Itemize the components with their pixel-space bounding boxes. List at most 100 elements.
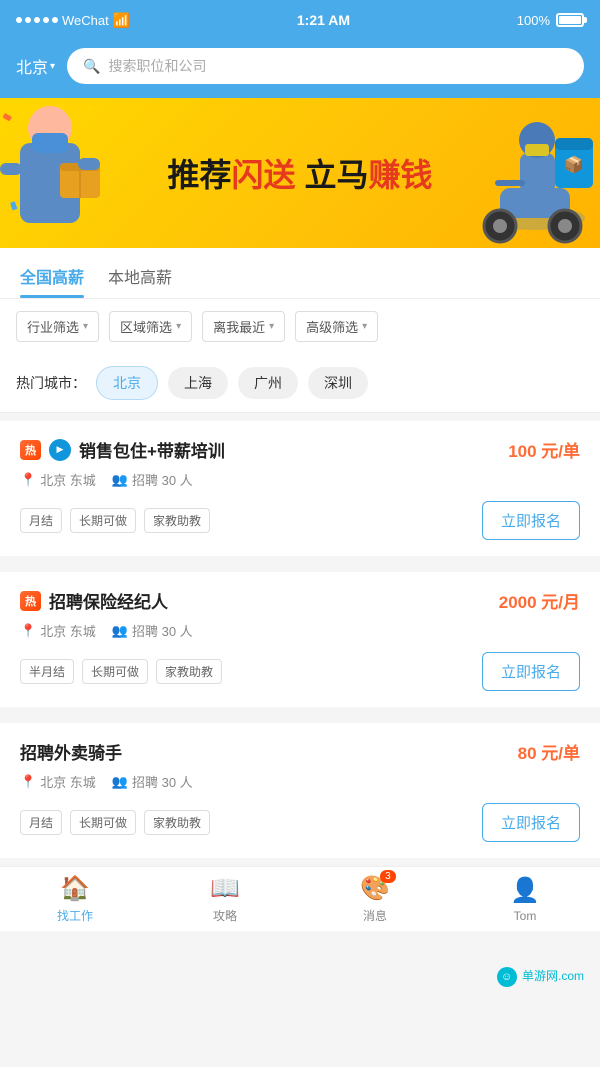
nav-profile-icon-wrap: 👤 [510,876,540,905]
nav-messages-icon-wrap: 🎨 3 [360,874,390,903]
filter-industry-arrow-icon: ▾ [83,321,88,332]
job-card-2[interactable]: 热 招聘保险经纪人 2000 元/月 📍 北京 东城 👥 招聘 30 人 半月结… [0,572,600,707]
location-button[interactable]: 北京 ▾ [16,54,55,78]
job-tag-2-2: 家教助教 [156,659,222,684]
filter-nearby-arrow-icon: ▾ [269,321,274,332]
svg-text:📦: 📦 [564,155,584,174]
location-icon-3: 📍 [20,774,36,790]
job-tag-3-1: 长期可做 [70,810,136,835]
jobs-list: 热 ▶ 销售包住+带薪培训 100 元/单 📍 北京 东城 👥 招聘 30 人 … [0,421,600,858]
location-icon-1: 📍 [20,472,36,488]
tabs-section: 全国高薪 本地高薪 [0,248,600,299]
job-meta-1: 📍 北京 东城 👥 招聘 30 人 [20,470,580,489]
job-title-row-1: 热 ▶ 销售包住+带薪培训 [20,437,508,462]
banner-text-normal2: 立马 [296,157,369,193]
filter-advanced-button[interactable]: 高级筛选 ▾ [295,311,378,342]
job-title-3: 招聘外卖骑手 [20,739,122,764]
video-badge-1: ▶ [49,439,71,461]
banner-figure-left [0,98,120,248]
banner[interactable]: 推荐闪送 立马赚钱 📦 [0,98,600,248]
nav-profile[interactable]: 👤 Tom [450,867,600,931]
location-icon-2: 📍 [20,623,36,639]
city-guangzhou[interactable]: 广州 [238,367,298,399]
status-bar: WeChat 📶 1:21 AM 100% [0,0,600,40]
nav-find-job-icon-wrap: 🏠 [60,874,90,903]
watermark-text: 单游网.com [522,969,584,983]
job-recruit-text-3: 招聘 30 人 [132,772,193,791]
job-title-2: 招聘保险经纪人 [49,588,168,613]
banner-text: 推荐闪送 立马赚钱 [168,150,433,196]
search-box[interactable]: 🔍 搜索职位和公司 [67,48,584,84]
search-placeholder: 搜索职位和公司 [108,56,206,76]
filter-area-label: 区域筛选 [120,317,172,336]
banner-text-normal: 推荐 [168,157,232,193]
nav-messages-label: 消息 [363,907,387,924]
city-shenzhen[interactable]: 深圳 [308,367,368,399]
apply-button-1[interactable]: 立即报名 [482,501,580,540]
filter-industry-label: 行业筛选 [27,317,79,336]
job-recruit-text-1: 招聘 30 人 [132,470,193,489]
status-left: WeChat 📶 [16,12,130,29]
job-location-1: 📍 北京 东城 [20,470,96,489]
nav-strategy-icon-wrap: 📖 [210,874,240,903]
job-salary-2: 2000 元/月 [499,588,580,613]
tab-national-highsalary[interactable]: 全国高薪 [20,264,84,298]
job-tag-3-2: 家教助教 [144,810,210,835]
carrier-label: WeChat [62,13,109,28]
job-salary-3: 80 元/单 [518,739,580,764]
job-location-3: 📍 北京 东城 [20,772,96,791]
job-recruit-2: 👥 招聘 30 人 [112,621,193,640]
city-shanghai[interactable]: 上海 [168,367,228,399]
book-icon: 📖 [210,875,240,902]
nav-strategy-label: 攻略 [213,907,237,924]
filters-section: 行业筛选 ▾ 区域筛选 ▾ 离我最近 ▾ 高级筛选 ▾ [0,299,600,354]
tab-local-label: 本地高薪 [108,270,172,287]
profile-icon: 👤 [510,877,540,904]
job-tag-2-0: 半月结 [20,659,74,684]
job-tag-2-1: 长期可做 [82,659,148,684]
job-card-3[interactable]: 招聘外卖骑手 80 元/单 📍 北京 东城 👥 招聘 30 人 月结 长期可做 … [0,723,600,858]
search-icon: 🔍 [83,58,100,75]
job-card-1[interactable]: 热 ▶ 销售包住+带薪培训 100 元/单 📍 北京 东城 👥 招聘 30 人 … [0,421,600,556]
job-tag-1-0: 月结 [20,508,62,533]
filter-area-arrow-icon: ▾ [176,321,181,332]
banner-figure-right: 📦 [470,108,600,248]
hot-badge-1: 热 [20,440,41,460]
job-tags-2: 半月结 长期可做 家教助教 [20,659,222,684]
job-tag-3-0: 月结 [20,810,62,835]
bottom-nav: 🏠 找工作 📖 攻略 🎨 3 消息 👤 Tom [0,866,600,931]
job-recruit-text-2: 招聘 30 人 [132,621,193,640]
job-meta-2: 📍 北京 东城 👥 招聘 30 人 [20,621,580,640]
job-title-row-2: 热 招聘保险经纪人 [20,588,499,613]
apply-button-3[interactable]: 立即报名 [482,803,580,842]
nav-find-job-label: 找工作 [57,907,93,924]
job-tags-row-3: 月结 长期可做 家教助教 立即报名 [20,803,580,842]
apply-button-2[interactable]: 立即报名 [482,652,580,691]
city-beijing[interactable]: 北京 [96,366,158,400]
job-location-text-2: 北京 东城 [40,621,96,640]
job-tags-1: 月结 长期可做 家教助教 [20,508,210,533]
filter-industry-button[interactable]: 行业筛选 ▾ [16,311,99,342]
battery-percent: 100% [517,13,550,28]
hot-cities-label: 热门城市： [16,373,86,393]
tab-local-highsalary[interactable]: 本地高薪 [108,264,172,298]
location-arrow-icon: ▾ [50,61,55,72]
filter-nearby-button[interactable]: 离我最近 ▾ [202,311,285,342]
nav-find-job[interactable]: 🏠 找工作 [0,867,150,931]
location-label: 北京 [16,54,48,78]
filter-area-button[interactable]: 区域筛选 ▾ [109,311,192,342]
job-meta-3: 📍 北京 东城 👥 招聘 30 人 [20,772,580,791]
nav-messages[interactable]: 🎨 3 消息 [300,867,450,931]
job-location-text-3: 北京 东城 [40,772,96,791]
tab-national-label: 全国高薪 [20,270,84,287]
filter-advanced-label: 高级筛选 [306,317,358,336]
job-tags-row-2: 半月结 长期可做 家教助教 立即报名 [20,652,580,691]
recruit-icon-1: 👥 [112,472,128,488]
divider-3 [0,715,600,723]
wifi-icon: 📶 [113,12,130,29]
nav-strategy[interactable]: 📖 攻略 [150,867,300,931]
job-header-1: 热 ▶ 销售包住+带薪培训 100 元/单 [20,437,580,462]
signal-dots [16,17,58,23]
job-header-3: 招聘外卖骑手 80 元/单 [20,739,580,764]
job-tags-3: 月结 长期可做 家教助教 [20,810,210,835]
